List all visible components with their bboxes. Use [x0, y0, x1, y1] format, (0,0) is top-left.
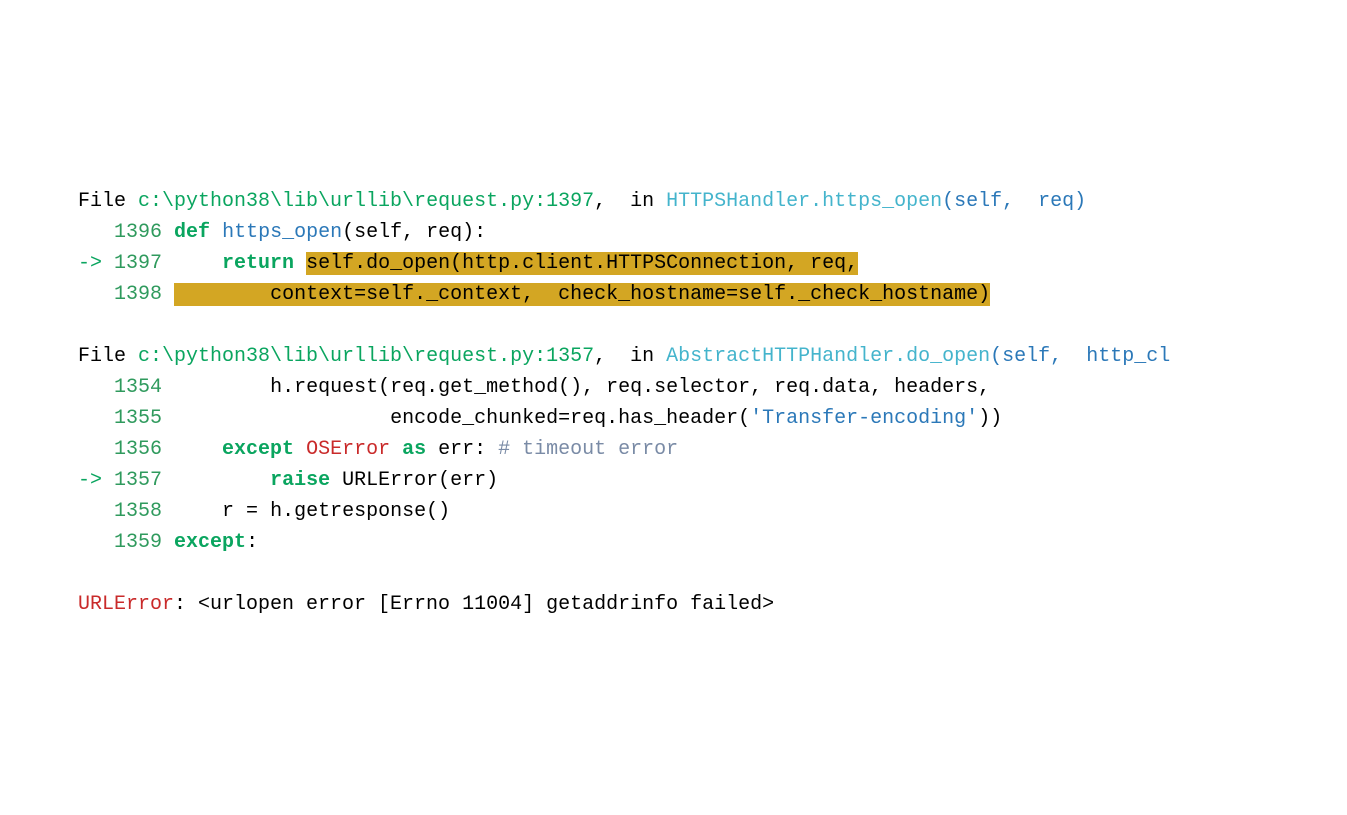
line-1355: 1355 encode_chunked=req.has_header('Tran… [78, 407, 1002, 430]
line-1398: 1398 context=self._context, check_hostna… [78, 283, 990, 306]
frame1-header: File c:\python38\lib\urllib\request.py:1… [78, 190, 1086, 213]
frame2-header: File c:\python38\lib\urllib\request.py:1… [78, 345, 1170, 368]
traceback-output: result File c:\python38\lib\urllib\reque… [0, 124, 1347, 660]
line-1396: 1396 def https_open(self, req): [78, 221, 486, 244]
line-1357: -> 1357 raise URLError(err) [78, 469, 498, 492]
stray-text: result [78, 159, 342, 182]
line-1358: 1358 r = h.getresponse() [78, 500, 450, 523]
line-1354: 1354 h.request(req.get_method(), req.sel… [78, 376, 990, 399]
error-line: URLError: <urlopen error [Errno 11004] g… [78, 593, 774, 616]
line-1356: 1356 except OSError as err: # timeout er… [78, 438, 678, 461]
line-1397: -> 1397 return self.do_open(http.client.… [78, 252, 858, 275]
line-1359: 1359 except: [78, 531, 258, 554]
